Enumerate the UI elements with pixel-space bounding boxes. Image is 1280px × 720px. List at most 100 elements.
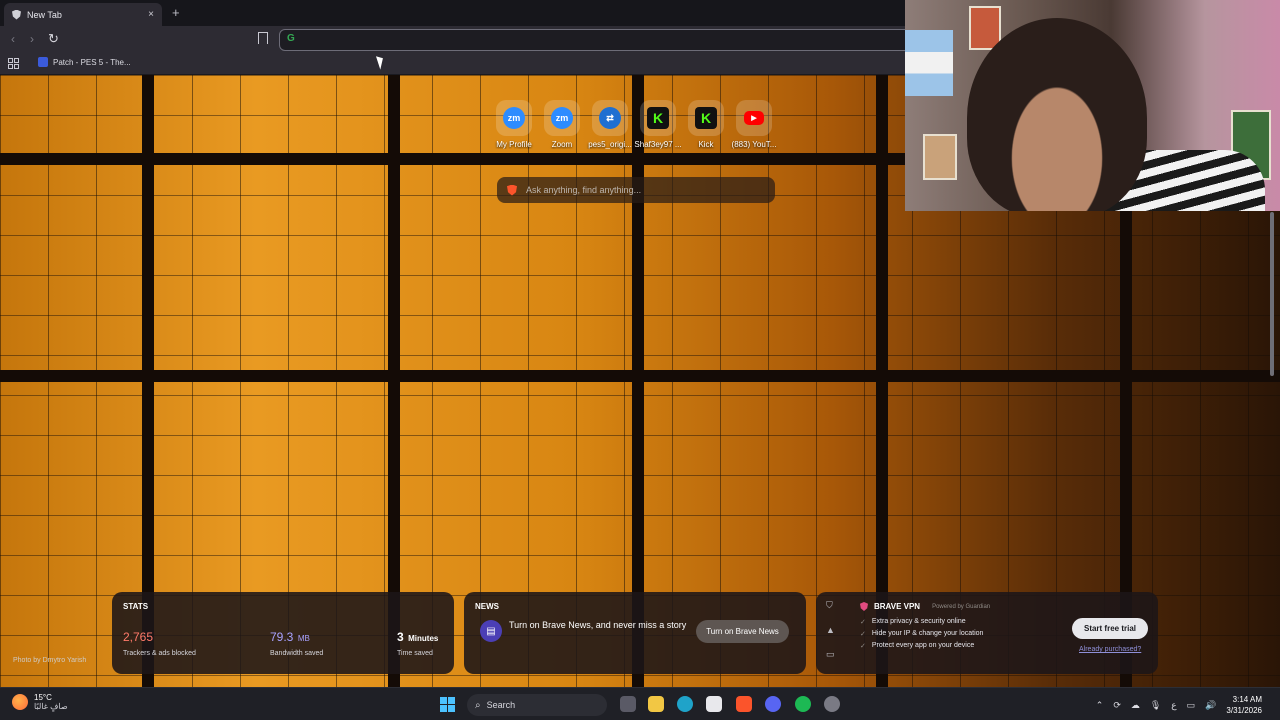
taskbar: 15°C صافٍ غالبًا ⌕ Search ⌃ ⟳ ☁ 🎙 ع ▭ 🔊 … [0,687,1280,720]
cloud-icon[interactable]: ☁ [1131,700,1140,711]
spotify-icon[interactable] [795,696,811,712]
bandwidth-caption: Bandwidth saved [270,650,324,657]
window-transom [0,370,1280,382]
volume-icon[interactable]: 🔊 [1205,700,1216,711]
news-icon: ▤ [480,620,502,642]
reload-icon[interactable]: ↻ [48,31,59,47]
file-explorer-icon[interactable] [648,696,664,712]
brave-browser-icon[interactable] [736,696,752,712]
top-sites: zm My Profile zm Zoom ⇄ pes5_origi... K … [494,100,776,149]
already-purchased-link[interactable]: Already purchased? [1079,646,1141,653]
time-value: 3 [397,630,404,644]
top-site-youtube[interactable]: ▶ (883) YouT... [732,100,776,149]
bookmark-item[interactable]: Patch - PES 5 - The... [38,57,131,67]
stat-bandwidth: 79.3 MB Bandwidth saved [270,628,323,657]
vpn-triangle-icon[interactable]: ▲ [826,625,835,635]
vpn-feature: Hide your IP & change your location [860,630,984,638]
flag-poster [905,30,953,96]
top-site-label: Kick [698,140,714,149]
store-icon[interactable] [706,696,722,712]
stats-widget: STATS 2,765 Trackers & ads blocked 79.3 … [112,592,454,674]
photo-credit[interactable]: Photo by Dmytro Yarish [13,657,86,664]
clock-time: 3:14 AM [1232,695,1262,704]
ntp-search-box[interactable]: Ask anything, find anything... [497,177,775,203]
top-site-label: (883) YouT... [731,140,777,149]
chevron-up-icon[interactable]: ⌃ [1096,700,1104,711]
clock-date: 3/31/2026 [1226,706,1262,715]
time-unit: Minutes [408,634,439,643]
vpn-feature: Protect every app on your device [860,642,983,650]
trackers-value: 2,765 [123,630,154,644]
scrollbar[interactable] [1270,212,1274,376]
weather-desc: صافٍ غالبًا [34,702,68,711]
monitor-icon[interactable]: ▭ [1187,700,1196,711]
close-tab-icon[interactable]: × [148,9,154,20]
task-view-icon[interactable] [620,696,636,712]
kick-icon: K [695,107,717,129]
stat-time: 3 Minutes Time saved [397,628,438,657]
top-site-my-profile[interactable]: zm My Profile [494,100,534,149]
zoom-icon: zm [551,107,573,129]
search-icon: ⌕ [475,699,481,711]
news-title: NEWS [475,602,499,611]
address-bar[interactable]: G [279,29,919,51]
wall-poster [923,134,957,180]
zoom-icon: zm [503,107,525,129]
tab-title: New Tab [27,9,62,20]
bookmark-label: Patch - PES 5 - The... [53,57,131,67]
sync-icon[interactable]: ⟳ [1113,700,1121,711]
pes-icon: ⇄ [599,107,621,129]
shield-icon[interactable]: ⛉ [826,600,835,611]
top-site-pes5[interactable]: ⇄ pes5_origi... [588,100,632,149]
vpn-header: BRAVE VPN Powered by Guardian [860,602,990,611]
taskbar-search-label: Search [486,700,516,710]
language-indicator[interactable]: ع [1171,700,1176,711]
edge-icon[interactable] [677,696,693,712]
google-icon: G [287,33,295,44]
bookmark-favicon-icon [38,57,48,67]
person-head [967,18,1147,211]
vpn-powered-by: Powered by Guardian [932,603,991,610]
bookmark-icon[interactable] [258,32,268,44]
news-widget: NEWS ▤ Turn on Brave News, and never mis… [464,592,806,674]
tab-new-tab[interactable]: New Tab × [4,3,162,26]
microphone-icon[interactable]: 🎙 [1150,700,1161,711]
bandwidth-value: 79.3 [270,630,294,644]
apps-grid-icon[interactable] [8,58,19,69]
youtube-icon: ▶ [744,111,764,125]
top-site-zoom[interactable]: zm Zoom [542,100,582,149]
system-tray: ⌃ ⟳ ☁ 🎙 ع ▭ 🔊 3:14 AM 3/31/2026 [1096,694,1262,716]
forward-icon[interactable]: › [30,32,34,46]
top-site-shaf3ey97[interactable]: K Shaf3ey97 ... [634,100,682,149]
stats-title: STATS [123,602,149,611]
widget-sidebar: ⛉ ▲ ▭ [826,600,835,660]
trackers-caption: Trackers & ads blocked [123,650,196,657]
new-tab-button[interactable]: + [172,5,180,20]
top-site-label: Shaf3ey97 ... [634,140,682,149]
news-text: Turn on Brave News, and never miss a sto… [509,620,687,630]
vpn-feature-list: Extra privacy & security online Hide you… [860,618,984,650]
taskbar-search[interactable]: ⌕ Search [467,694,607,716]
brave-shield-icon [12,9,21,20]
vpn-feature: Extra privacy & security online [860,618,983,626]
settings-icon[interactable] [824,696,840,712]
start-free-trial-button[interactable]: Start free trial [1072,618,1148,639]
stat-trackers: 2,765 Trackers & ads blocked [123,628,196,657]
weather-widget[interactable]: 15°C صافٍ غالبًا [12,693,68,711]
top-site-label: Zoom [551,140,573,149]
vpn-title: BRAVE VPN [874,602,921,611]
top-site-kick[interactable]: K Kick [686,100,726,149]
turn-on-news-button[interactable]: Turn on Brave News [696,620,789,643]
vpn-shield-icon [860,602,868,611]
kick-icon: K [647,107,669,129]
card-icon[interactable]: ▭ [826,649,835,660]
back-icon[interactable]: ‹ [11,32,15,46]
brave-lion-icon [507,184,517,196]
discord-icon[interactable] [765,696,781,712]
ntp-search-placeholder: Ask anything, find anything... [526,185,642,195]
weather-temp: 15°C [34,693,52,702]
windows-start-icon[interactable] [440,697,455,712]
clock[interactable]: 3:14 AM 3/31/2026 [1226,694,1262,716]
bandwidth-unit: MB [297,634,310,643]
top-site-label: My Profile [496,140,532,149]
